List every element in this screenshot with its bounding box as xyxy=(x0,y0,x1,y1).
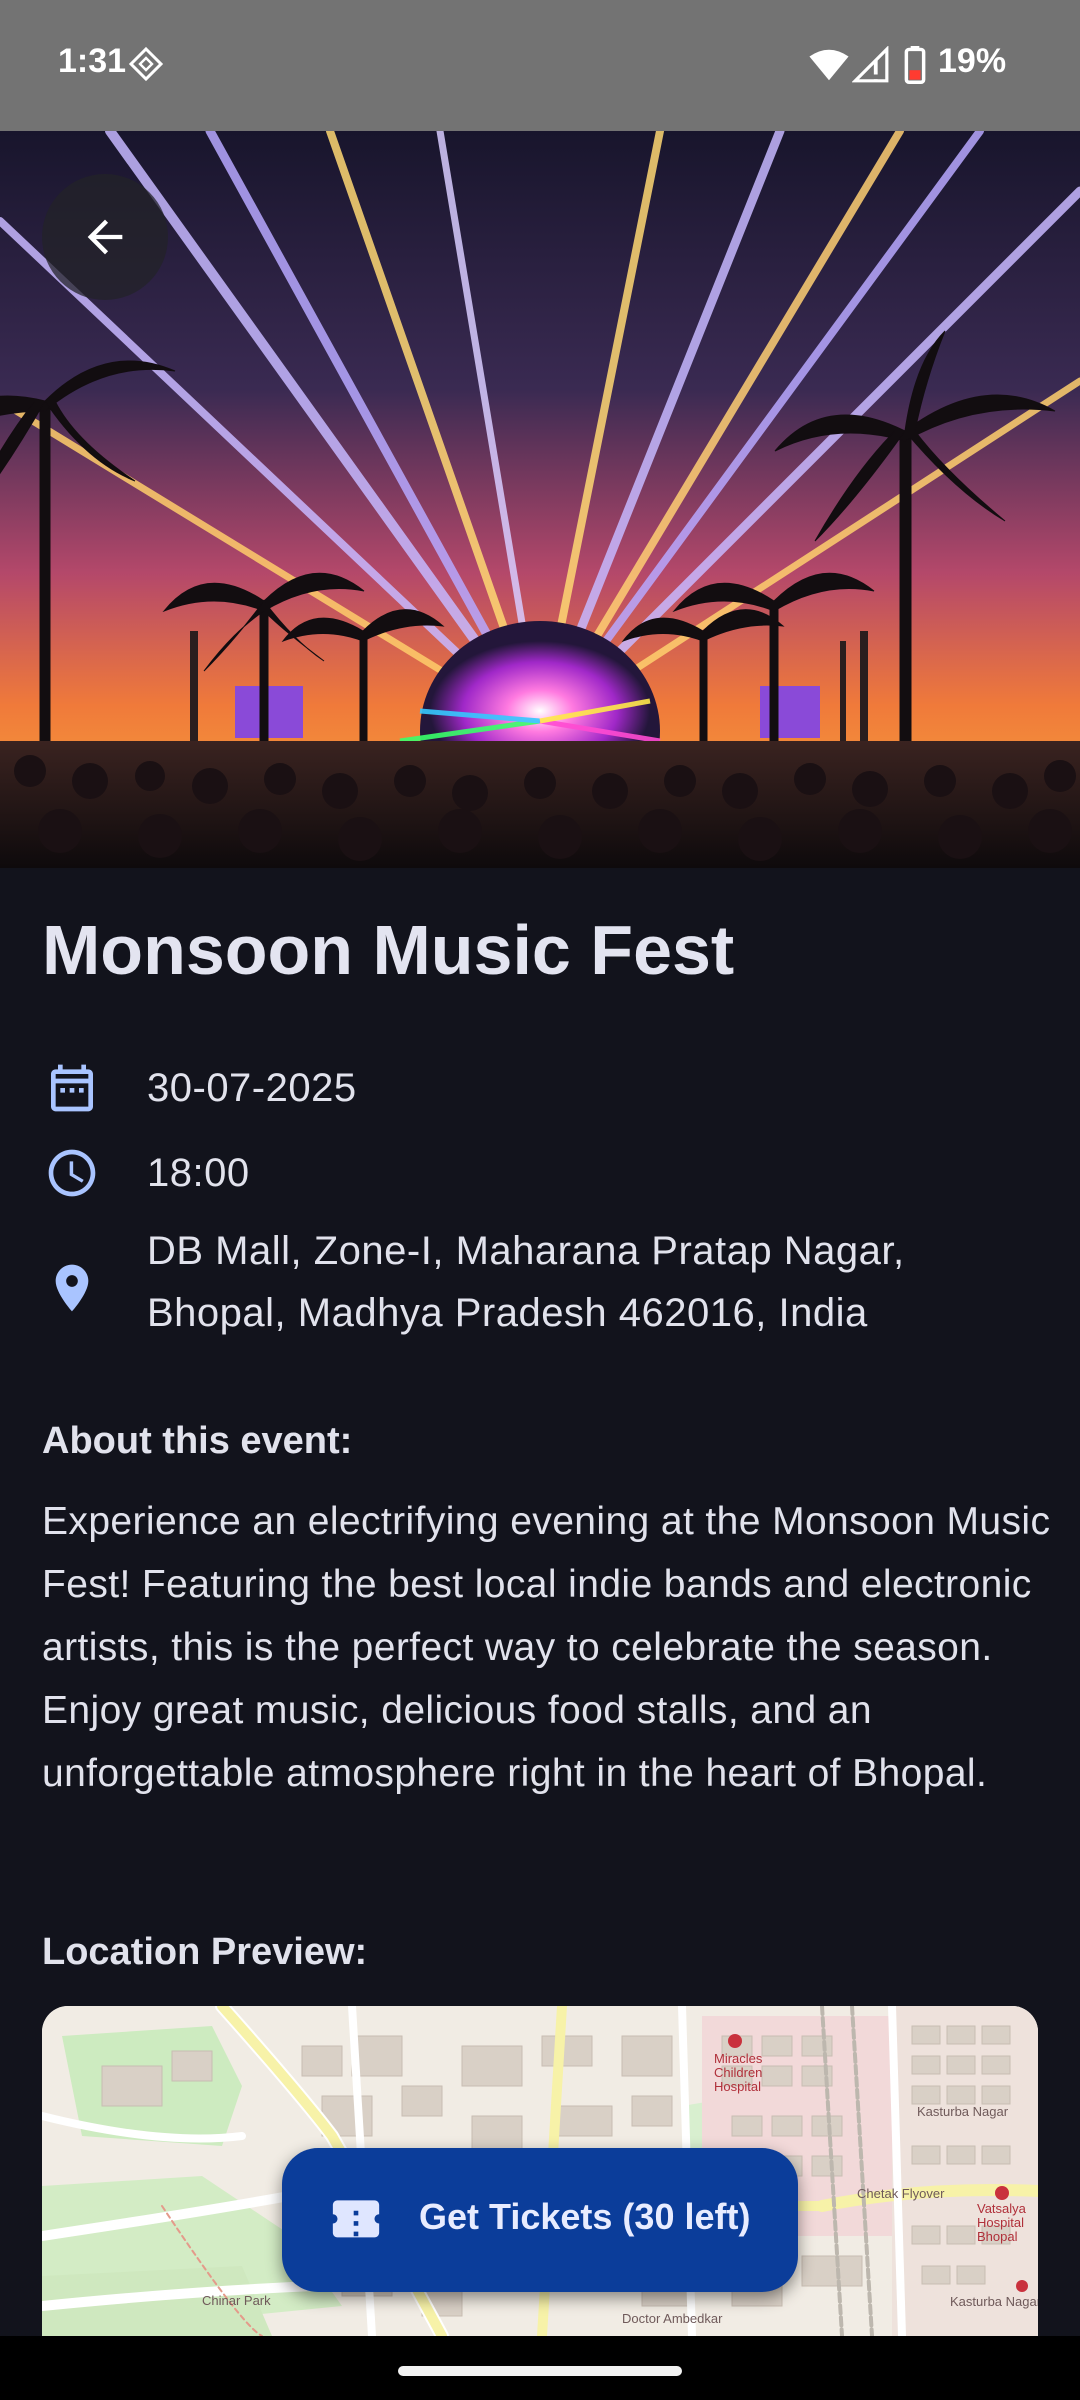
about-description: Experience an electrifying evening at th… xyxy=(42,1500,1051,1795)
event-address-line1: DB Mall, Zone-I, Maharana Pratap Nagar, xyxy=(147,1229,905,1273)
map-label-kasturba-nagar-2: Kasturba Nagar xyxy=(950,2294,1038,2309)
event-date: 30-07-2025 xyxy=(147,1066,357,1110)
calendar-icon xyxy=(51,1064,93,1112)
event-time: 18:00 xyxy=(147,1151,250,1195)
get-tickets-label: Get Tickets (30 left) xyxy=(419,2196,751,2237)
event-address-line2: Bhopal, Madhya Pradesh 462016, India xyxy=(147,1291,868,1335)
map-label-chetak-flyover: Chetak Flyover xyxy=(857,2186,945,2201)
map-label-hospital: Miracles Children Hospital xyxy=(714,2051,763,2094)
get-tickets-button[interactable]: Get Tickets (30 left) xyxy=(282,2148,798,2292)
ticket-icon xyxy=(332,2200,380,2238)
battery-percent: 19% xyxy=(938,42,1007,80)
map-label-kasturba-nagar: Kasturba Nagar xyxy=(917,2104,1009,2119)
location-heading: Location Preview: xyxy=(42,1931,368,1973)
status-bar: 1:31 19% xyxy=(0,0,1080,131)
about-heading: About this event: xyxy=(42,1420,353,1462)
arrow-left-icon xyxy=(87,219,123,255)
map-label-vatsalya-hospital: Vatsalya Hospital Bhopal xyxy=(977,2201,1026,2244)
location-pin-icon xyxy=(55,1264,89,1312)
event-title: Monsoon Music Fest xyxy=(42,911,735,989)
home-indicator[interactable] xyxy=(398,2366,682,2376)
map-label-chinar-park: Chinar Park xyxy=(202,2293,271,2308)
signal-icon xyxy=(852,46,889,83)
map-label-doctor-ambedkar: Doctor Ambedkar xyxy=(622,2311,723,2326)
wifi-icon xyxy=(809,49,849,81)
battery-low-icon xyxy=(904,46,926,84)
back-button[interactable] xyxy=(42,174,168,300)
status-time: 1:31 xyxy=(58,42,127,80)
diamond-notification-icon xyxy=(128,46,164,82)
clock-icon xyxy=(48,1149,96,1197)
